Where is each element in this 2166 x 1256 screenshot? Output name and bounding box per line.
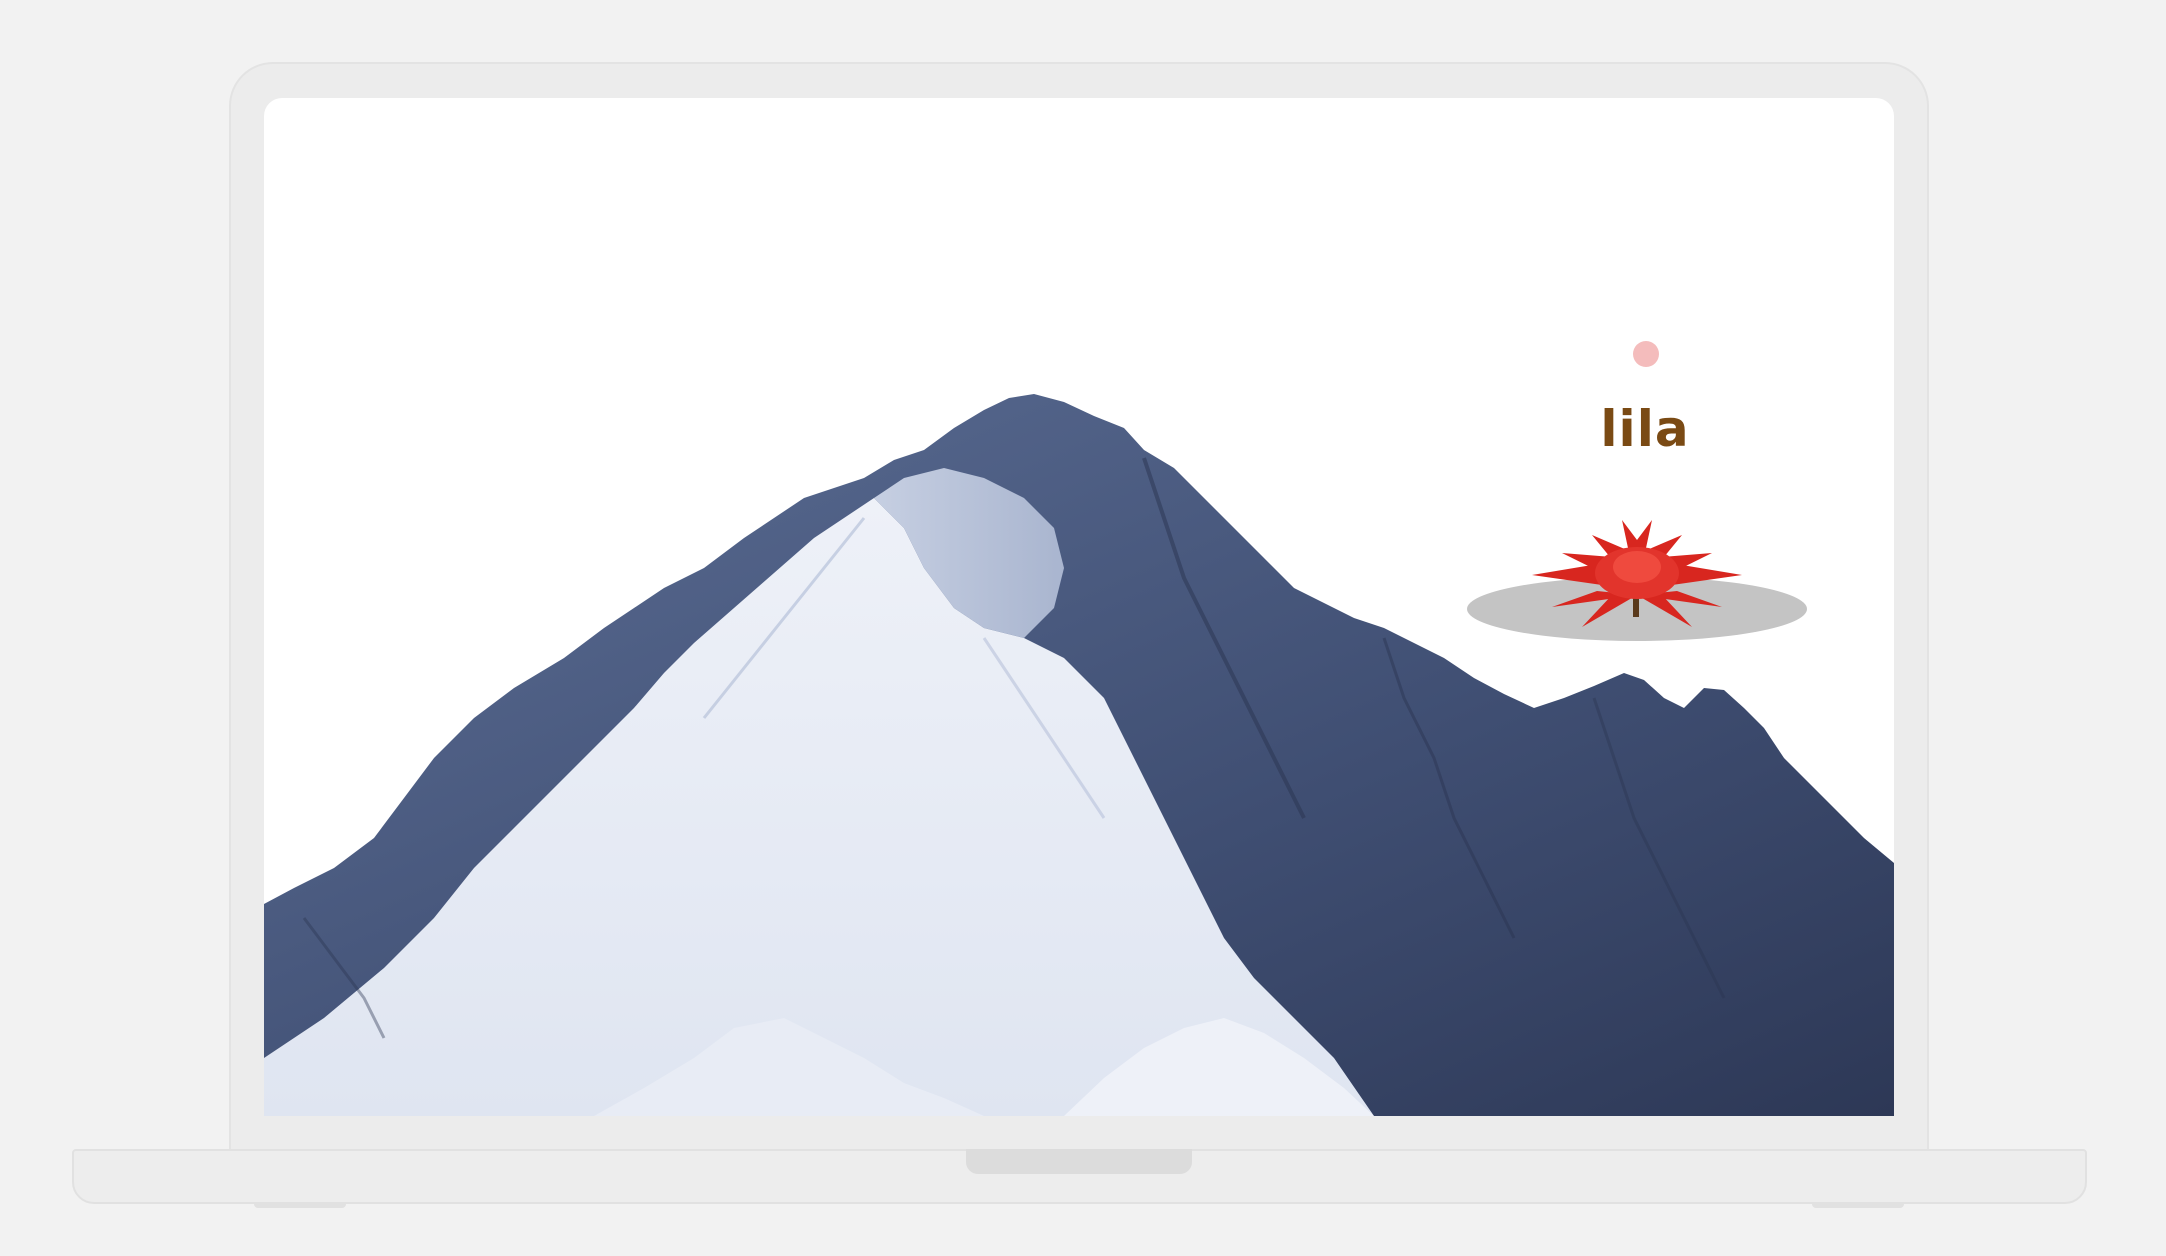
laptop-foot-right <box>1812 1204 1904 1208</box>
brand-dot <box>1633 341 1659 367</box>
red-lotus-icon <box>1467 520 1807 641</box>
brand-name: lila <box>1600 400 1690 458</box>
laptop-screen: lila <box>264 98 1894 1116</box>
laptop-mockup: lila <box>0 0 2166 1256</box>
laptop-trackpad-notch <box>966 1149 1192 1174</box>
laptop-foot-left <box>254 1204 346 1208</box>
